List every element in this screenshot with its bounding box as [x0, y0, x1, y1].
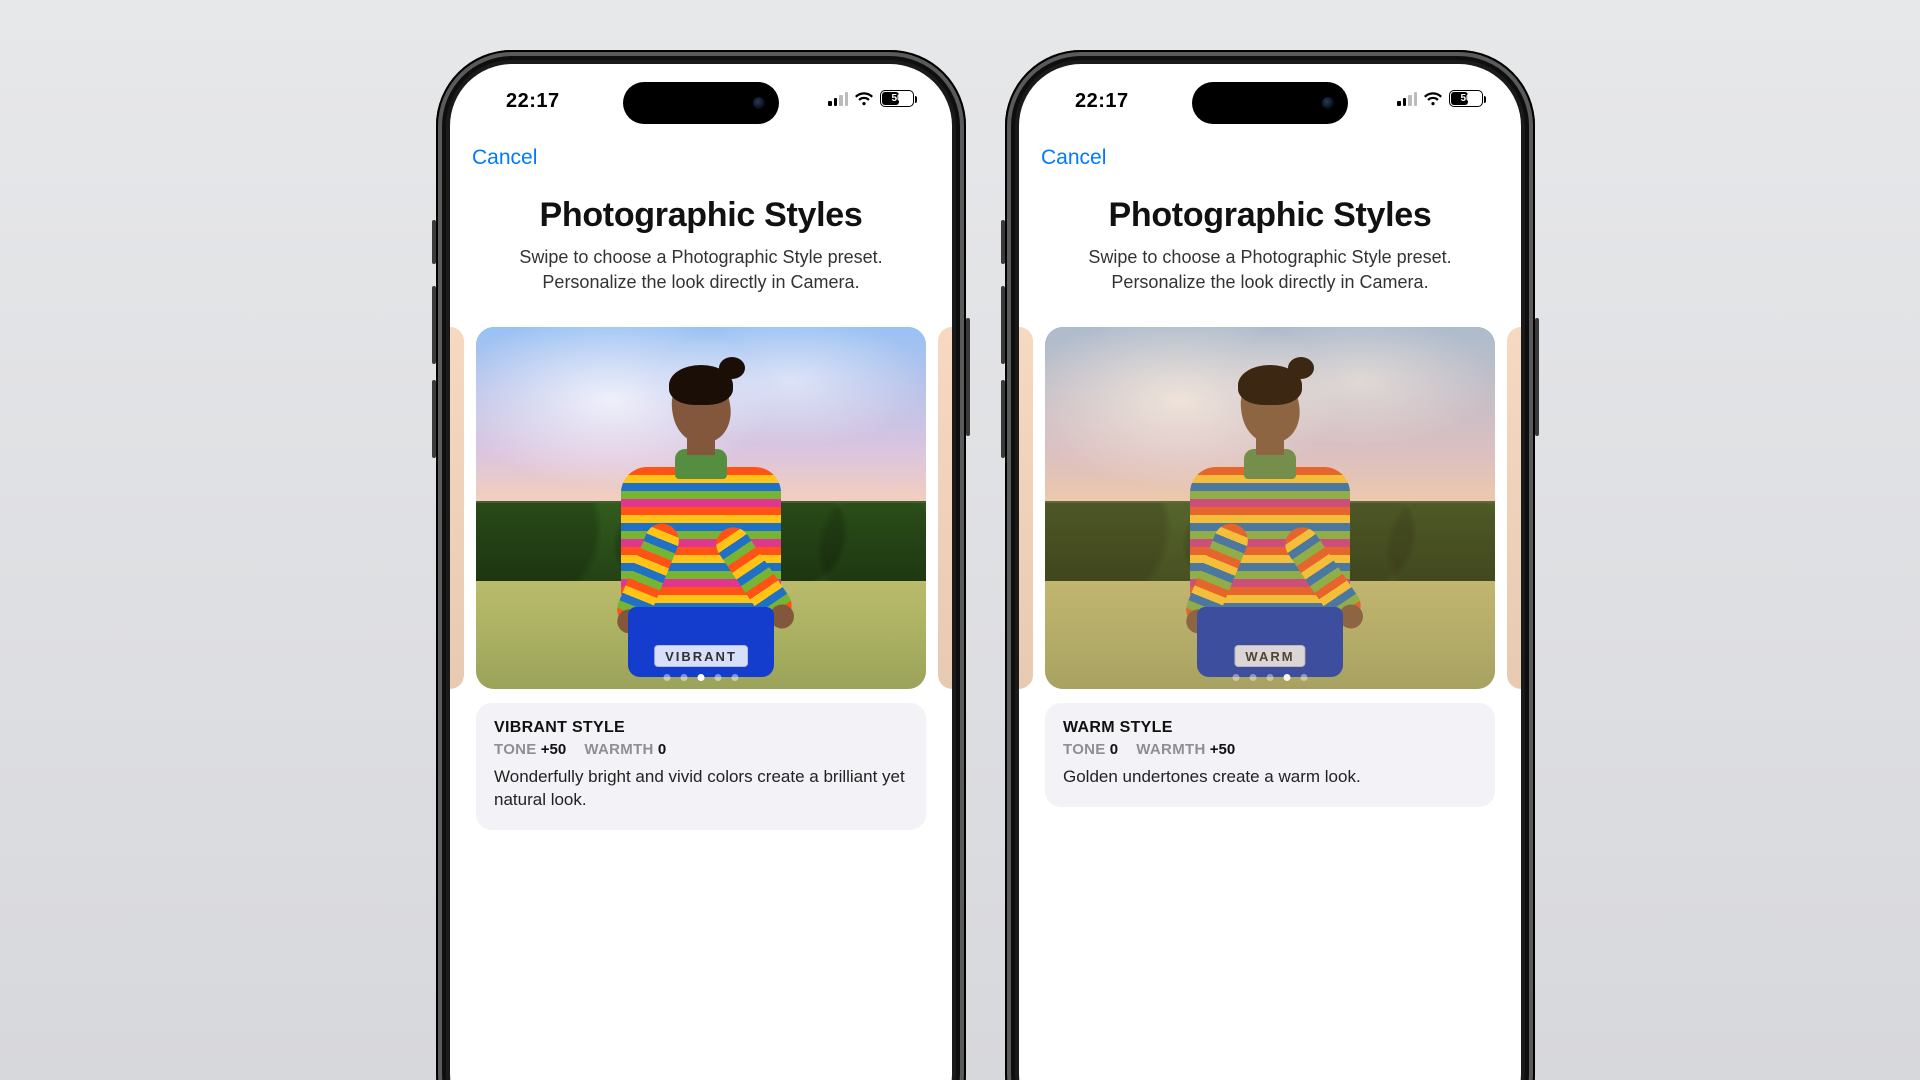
style-description: Wonderfully bright and vivid colors crea…: [494, 766, 908, 812]
nav-bar: Cancel: [1019, 138, 1521, 170]
style-params: TONE 0 WARMTH +50: [1063, 741, 1477, 758]
phone-right: 22:17 50: [1005, 50, 1535, 1080]
style-preview-image[interactable]: WARM: [1045, 327, 1495, 689]
cellular-signal-icon: [1397, 92, 1417, 106]
style-carousel[interactable]: VIBRANT: [450, 327, 952, 689]
volume-up-button[interactable]: [1001, 286, 1005, 364]
style-description: Golden undertones create a warm look.: [1063, 766, 1477, 789]
carousel-peek-prev[interactable]: [1019, 327, 1033, 689]
comparison-stage: 22:17 50: [232, 0, 1688, 816]
nav-bar: Cancel: [450, 138, 952, 170]
carousel-peek-next[interactable]: [938, 327, 952, 689]
style-info-card: WARM STYLE TONE 0 WARMTH +50 Golden unde…: [1045, 703, 1495, 807]
style-name: VIBRANT STYLE: [494, 719, 908, 737]
power-button[interactable]: [966, 318, 970, 436]
style-name: WARM STYLE: [1063, 719, 1477, 737]
volume-down-button[interactable]: [432, 380, 436, 458]
page-subtitle: Swipe to choose a Photographic Style pre…: [1050, 245, 1490, 295]
page-title: Photographic Styles: [450, 196, 952, 235]
battery-indicator: 50: [1449, 90, 1483, 107]
battery-indicator: 50: [880, 90, 914, 107]
wifi-icon: [854, 92, 874, 106]
silence-switch[interactable]: [1001, 220, 1005, 264]
style-info-card: VIBRANT STYLE TONE +50 WARMTH 0 Wonderfu…: [476, 703, 926, 830]
dynamic-island: [623, 82, 779, 124]
cellular-signal-icon: [828, 92, 848, 106]
status-time: 22:17: [1075, 90, 1129, 113]
carousel-peek-prev[interactable]: [450, 327, 464, 689]
style-params: TONE +50 WARMTH 0: [494, 741, 908, 758]
screen: 22:17 50: [450, 64, 952, 1080]
power-button[interactable]: [1535, 318, 1539, 436]
phone-left: 22:17 50: [436, 50, 966, 1080]
status-time: 22:17: [506, 90, 560, 113]
cancel-button[interactable]: Cancel: [1041, 146, 1106, 169]
style-carousel[interactable]: WARM: [1019, 327, 1521, 689]
page-subtitle: Swipe to choose a Photographic Style pre…: [481, 245, 921, 295]
dynamic-island: [1192, 82, 1348, 124]
screen: 22:17 50: [1019, 64, 1521, 1080]
wifi-icon: [1423, 92, 1443, 106]
page-title: Photographic Styles: [1019, 196, 1521, 235]
volume-up-button[interactable]: [432, 286, 436, 364]
page-indicator[interactable]: [664, 674, 739, 681]
style-preview-image[interactable]: VIBRANT: [476, 327, 926, 689]
cancel-button[interactable]: Cancel: [472, 146, 537, 169]
style-badge: WARM: [1234, 645, 1305, 667]
carousel-peek-next[interactable]: [1507, 327, 1521, 689]
volume-down-button[interactable]: [1001, 380, 1005, 458]
silence-switch[interactable]: [432, 220, 436, 264]
style-badge: VIBRANT: [654, 645, 748, 667]
page-indicator[interactable]: [1233, 674, 1308, 681]
